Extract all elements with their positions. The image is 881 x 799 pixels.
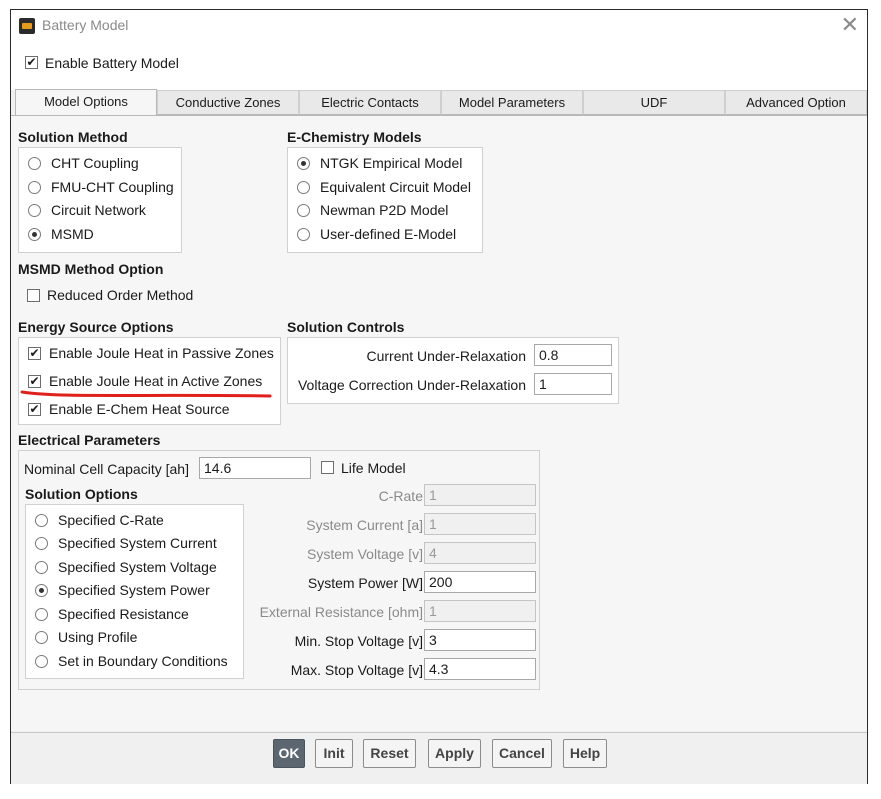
red-underline-annotation	[20, 390, 272, 398]
